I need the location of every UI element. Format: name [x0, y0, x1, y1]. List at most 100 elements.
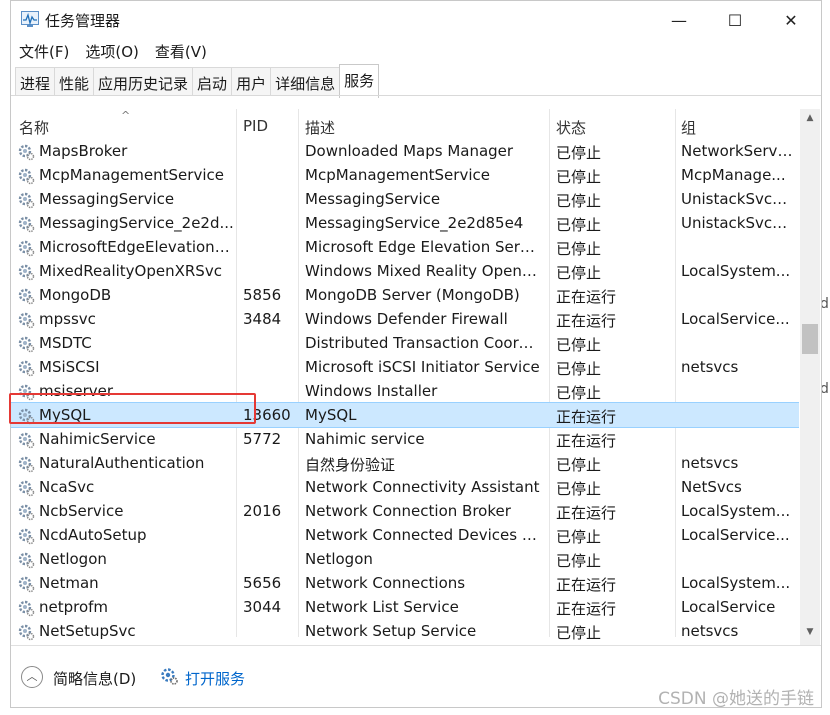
- service-name: MapsBroker: [39, 142, 128, 160]
- tab-users[interactable]: 用户: [231, 67, 272, 96]
- brief-info-button[interactable]: 简略信息(D): [53, 668, 136, 689]
- service-status: 已停止: [556, 144, 602, 162]
- maximize-button[interactable]: ☐: [707, 1, 763, 39]
- window-title: 任务管理器: [45, 12, 121, 30]
- service-description: Network Setup Service: [305, 622, 477, 640]
- column-header-name[interactable]: 名称: [19, 117, 49, 138]
- vertical-scrollbar[interactable]: ▲ ▼: [800, 109, 820, 645]
- service-group: NetworkServi...: [681, 142, 793, 160]
- menu-options[interactable]: 选项(O): [77, 39, 147, 65]
- sort-ascending-icon: ^: [121, 109, 131, 122]
- service-name: MessagingService: [39, 190, 175, 208]
- service-pid: 3044: [243, 598, 282, 616]
- tab-processes[interactable]: 进程: [15, 67, 56, 96]
- service-description: MySQL: [305, 406, 357, 424]
- table-row[interactable]: MixedRealityOpenXRSvc Windows Mixed Reali…: [11, 259, 799, 283]
- service-name: MSDTC: [39, 334, 92, 352]
- table-row[interactable]: McpManagementService McpManagementService…: [11, 163, 799, 187]
- table-row[interactable]: MessagingService MessagingService 已停止 Unist…: [11, 187, 799, 211]
- service-status: 正在运行: [556, 576, 617, 594]
- tab-performance[interactable]: 性能: [54, 67, 95, 96]
- gear-icon: [17, 167, 35, 185]
- column-header-pid[interactable]: PID: [243, 117, 268, 135]
- service-group: NetSvcs: [681, 478, 742, 496]
- service-pid: 5656: [243, 574, 282, 592]
- service-status: 已停止: [556, 360, 602, 378]
- tab-services[interactable]: 服务: [339, 64, 380, 98]
- tab-details[interactable]: 详细信息: [270, 67, 341, 96]
- table-row[interactable]: Netman 5656 Network Connections 正在运行 LocalSy…: [11, 571, 799, 595]
- service-group: UnistackSvcG...: [681, 214, 793, 232]
- service-status: 已停止: [556, 552, 602, 570]
- close-button[interactable]: ✕: [763, 1, 819, 39]
- service-status: 正在运行: [556, 600, 617, 618]
- gear-icon: [17, 575, 35, 593]
- service-description: Nahimic service: [305, 430, 425, 448]
- column-header-description[interactable]: 描述: [305, 117, 335, 138]
- column-header-status[interactable]: 状态: [556, 117, 586, 138]
- task-manager-window: 任务管理器 — ☐ ✕ 文件(F) 选项(O) 查看(V) 进程 性能 应用历史…: [10, 0, 822, 708]
- gear-icon: [17, 479, 35, 497]
- gear-icon: [17, 335, 35, 353]
- service-description: Microsoft Edge Elevation Servi...: [305, 238, 543, 256]
- table-row[interactable]: MongoDB 5856 MongoDB Server (MongoDB) 正在运行: [11, 283, 799, 307]
- gear-icon: [17, 191, 35, 209]
- service-group: McpManage...: [681, 166, 786, 184]
- minimize-button[interactable]: —: [651, 1, 707, 39]
- task-manager-icon: [21, 11, 39, 27]
- service-description: Netlogon: [305, 550, 373, 568]
- service-status: 已停止: [556, 624, 602, 642]
- service-description: Network Connectivity Assistant: [305, 478, 540, 496]
- service-group: LocalService...: [681, 310, 790, 328]
- table-row[interactable]: NetSetupSvc Network Setup Service 已停止 netsv…: [11, 619, 799, 643]
- table-row[interactable]: mpssvc 3484 Windows Defender Firewall 正在运行 L…: [11, 307, 799, 331]
- service-description: Downloaded Maps Manager: [305, 142, 514, 160]
- gear-icon: [17, 551, 35, 569]
- service-status: 已停止: [556, 336, 602, 354]
- scroll-up-icon[interactable]: ▲: [800, 109, 820, 127]
- table-row[interactable]: MicrosoftEdgeElevationS... Microsoft Edge…: [11, 235, 799, 259]
- table-row[interactable]: Netlogon Netlogon 已停止: [11, 547, 799, 571]
- table-row[interactable]: netprofm 3044 Network List Service 正在运行 Loca…: [11, 595, 799, 619]
- table-row[interactable]: NcdAutoSetup Network Connected Devices A.…: [11, 523, 799, 547]
- service-pid: 5772: [243, 430, 282, 448]
- services-gear-icon[interactable]: [159, 666, 179, 686]
- gear-icon: [17, 503, 35, 521]
- table-row[interactable]: NahimicService 5772 Nahimic service 正在运行: [11, 427, 799, 451]
- open-services-link[interactable]: 打开服务: [185, 668, 245, 689]
- table-row[interactable]: MSDTC Distributed Transaction Coordi... 已停…: [11, 331, 799, 355]
- gear-icon: [17, 143, 35, 161]
- table-row[interactable]: MapsBroker Downloaded Maps Manager 已停止 Netw…: [11, 139, 799, 163]
- scrollbar-thumb[interactable]: [802, 324, 818, 354]
- service-group: LocalSystem...: [681, 502, 791, 520]
- service-description: MongoDB Server (MongoDB): [305, 286, 520, 304]
- menu-view[interactable]: 查看(V): [147, 39, 215, 65]
- services-table: ^ 名称 PID 描述 状态 组 MapsBroker Downloaded Ma…: [11, 109, 799, 645]
- service-description: Network Connections: [305, 574, 466, 592]
- service-status: 正在运行: [556, 312, 617, 330]
- table-header: ^ 名称 PID 描述 状态 组: [11, 109, 799, 637]
- service-name: MicrosoftEdgeElevationS...: [39, 238, 235, 256]
- tab-startup[interactable]: 启动: [192, 67, 233, 96]
- service-status: 已停止: [556, 480, 602, 498]
- scroll-down-icon[interactable]: ▼: [800, 623, 820, 641]
- table-row[interactable]: MSiSCSI Microsoft iSCSI Initiator Service…: [11, 355, 799, 379]
- service-pid: 3484: [243, 310, 282, 328]
- gear-icon: [17, 239, 35, 257]
- service-status: 正在运行: [556, 408, 617, 426]
- tab-app-history[interactable]: 应用历史记录: [93, 67, 194, 96]
- service-pid: 2016: [243, 502, 282, 520]
- table-row[interactable]: MessagingService_2e2d... MessagingService…: [11, 211, 799, 235]
- table-row[interactable]: NcaSvc Network Connectivity Assistant 已停止 N…: [11, 475, 799, 499]
- gear-icon: [17, 527, 35, 545]
- chevron-up-icon[interactable]: ︿: [21, 666, 43, 688]
- service-group: netsvcs: [681, 358, 739, 376]
- column-header-group[interactable]: 组: [681, 117, 696, 138]
- service-description: MessagingService_2e2d85e4: [305, 214, 524, 232]
- menu-file[interactable]: 文件(F): [11, 39, 77, 65]
- table-row[interactable]: NaturalAuthentication 自然身份验证 已停止 netsvcs: [11, 451, 799, 475]
- table-row[interactable]: NcbService 2016 Network Connection Broker 正…: [11, 499, 799, 523]
- service-name: NcbService: [39, 502, 124, 520]
- service-description: Network List Service: [305, 598, 459, 616]
- footer-divider: [11, 645, 821, 646]
